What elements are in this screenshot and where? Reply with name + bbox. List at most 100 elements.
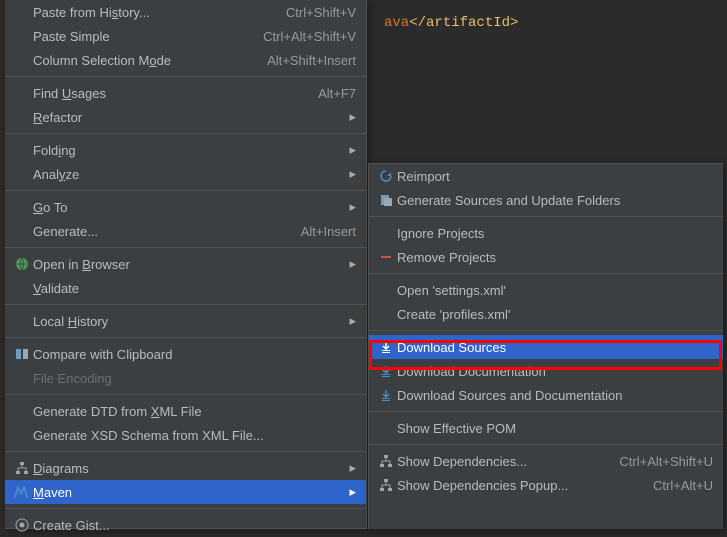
menu-item-shortcut: Alt+Insert [283,224,356,239]
primary-item-local-history[interactable]: Local History▸ [5,309,366,333]
primary-item-analyze[interactable]: Analyze▸ [5,162,366,186]
submenu-arrow-icon: ▸ [344,460,356,476]
menu-item-label: Refactor [33,110,344,125]
menu-item-label: Remove Projects [397,250,713,265]
secondary-item-download-sources-and-documentation[interactable]: Download Sources and Documentation [369,383,723,407]
secondary-item-show-dependencies[interactable]: Show Dependencies...Ctrl+Alt+Shift+U [369,449,723,473]
diagrams-icon [375,478,397,492]
menu-item-shortcut: Alt+Shift+Insert [249,53,356,68]
secondary-item-reimport[interactable]: Reimport [369,164,723,188]
menu-item-label: Paste from History... [33,5,268,20]
menu-item-shortcut: Ctrl+Alt+Shift+V [245,29,356,44]
generate-sources-icon [375,193,397,207]
submenu-arrow-icon: ▸ [344,199,356,215]
primary-item-paste-simple[interactable]: Paste SimpleCtrl+Alt+Shift+V [5,24,366,48]
menu-item-label: Compare with Clipboard [33,347,356,362]
primary-item-refactor[interactable]: Refactor▸ [5,105,366,129]
browser-icon [11,257,33,271]
menu-item-shortcut: Ctrl+Alt+U [635,478,713,493]
menu-separator [5,133,366,134]
primary-item-open-in-browser[interactable]: Open in Browser▸ [5,252,366,276]
menu-item-label: Reimport [397,169,713,184]
menu-separator [5,451,366,452]
menu-separator [369,216,723,217]
menu-item-label: Download Sources [397,340,713,355]
secondary-item-show-effective-pom[interactable]: Show Effective POM [369,416,723,440]
menu-item-label: Create Gist... [33,518,356,533]
primary-item-generate[interactable]: Generate...Alt+Insert [5,219,366,243]
menu-separator [369,330,723,331]
primary-item-generate-dtd-from-xml-file[interactable]: Generate DTD from XML File [5,399,366,423]
menu-separator [369,411,723,412]
download-icon [375,388,397,402]
menu-item-label: Generate XSD Schema from XML File... [33,428,356,443]
primary-item-compare-with-clipboard[interactable]: Compare with Clipboard [5,342,366,366]
menu-item-label: File Encoding [33,371,356,386]
menu-item-label: Go To [33,200,344,215]
context-menu-primary[interactable]: Paste from History...Ctrl+Shift+VPaste S… [5,0,367,529]
menu-item-label: Show Dependencies... [397,454,601,469]
menu-separator [5,394,366,395]
menu-item-label: Column Selection Mode [33,53,249,68]
secondary-item-remove-projects[interactable]: Remove Projects [369,245,723,269]
secondary-item-download-sources[interactable]: Download Sources [369,335,723,359]
secondary-item-create-profiles-xml[interactable]: Create 'profiles.xml' [369,302,723,326]
menu-separator [5,304,366,305]
xml-close-tag: </artifactId> [409,15,518,31]
submenu-arrow-icon: ▸ [344,109,356,125]
menu-item-shortcut: Alt+F7 [300,86,356,101]
menu-item-label: Show Dependencies Popup... [397,478,635,493]
primary-item-file-encoding: File Encoding [5,366,366,390]
menu-item-label: Download Sources and Documentation [397,388,713,403]
menu-item-label: Analyze [33,167,344,182]
gist-icon [11,518,33,532]
menu-item-label: Show Effective POM [397,421,713,436]
maven-icon [11,485,33,499]
menu-item-label: Open in Browser [33,257,344,272]
menu-item-label: Validate [33,281,356,296]
primary-item-create-gist[interactable]: Create Gist... [5,513,366,537]
context-menu-maven-submenu[interactable]: Reimport Generate Sources and Update Fold… [368,163,723,529]
submenu-arrow-icon: ▸ [344,166,356,182]
secondary-item-open-settings-xml[interactable]: Open 'settings.xml' [369,278,723,302]
menu-item-label: Find Usages [33,86,300,101]
primary-item-maven[interactable]: Maven▸ [5,480,366,504]
code-text: ava [384,15,409,31]
primary-item-column-selection-mode[interactable]: Column Selection ModeAlt+Shift+Insert [5,48,366,72]
menu-separator [369,444,723,445]
menu-separator [5,337,366,338]
diagrams-icon [375,454,397,468]
submenu-arrow-icon: ▸ [344,256,356,272]
primary-item-folding[interactable]: Folding▸ [5,138,366,162]
secondary-item-show-dependencies-popup[interactable]: Show Dependencies Popup...Ctrl+Alt+U [369,473,723,497]
download-icon [375,340,397,354]
menu-separator [369,273,723,274]
primary-item-generate-xsd-schema-from-xml-file[interactable]: Generate XSD Schema from XML File... [5,423,366,447]
primary-item-go-to[interactable]: Go To▸ [5,195,366,219]
menu-item-label: Ignore Projects [397,226,713,241]
secondary-item-generate-sources-and-update-folders[interactable]: Generate Sources and Update Folders [369,188,723,212]
primary-item-paste-from-history[interactable]: Paste from History...Ctrl+Shift+V [5,0,366,24]
menu-separator [5,247,366,248]
diagrams-icon [11,461,33,475]
reimport-icon [375,169,397,183]
primary-item-validate[interactable]: Validate [5,276,366,300]
secondary-item-ignore-projects[interactable]: Ignore Projects [369,221,723,245]
menu-item-label: Generate DTD from XML File [33,404,356,419]
submenu-arrow-icon: ▸ [344,313,356,329]
submenu-arrow-icon: ▸ [344,142,356,158]
menu-separator [5,508,366,509]
primary-item-find-usages[interactable]: Find UsagesAlt+F7 [5,81,366,105]
menu-item-label: Create 'profiles.xml' [397,307,713,322]
menu-item-label: Download Documentation [397,364,713,379]
primary-item-diagrams[interactable]: Diagrams▸ [5,456,366,480]
menu-item-label: Maven [33,485,344,500]
compare-icon [11,347,33,361]
menu-item-label: Generate... [33,224,283,239]
menu-separator [5,190,366,191]
secondary-item-download-documentation[interactable]: Download Documentation [369,359,723,383]
menu-item-label: Open 'settings.xml' [397,283,713,298]
submenu-arrow-icon: ▸ [344,484,356,500]
menu-item-label: Diagrams [33,461,344,476]
download-icon [375,364,397,378]
